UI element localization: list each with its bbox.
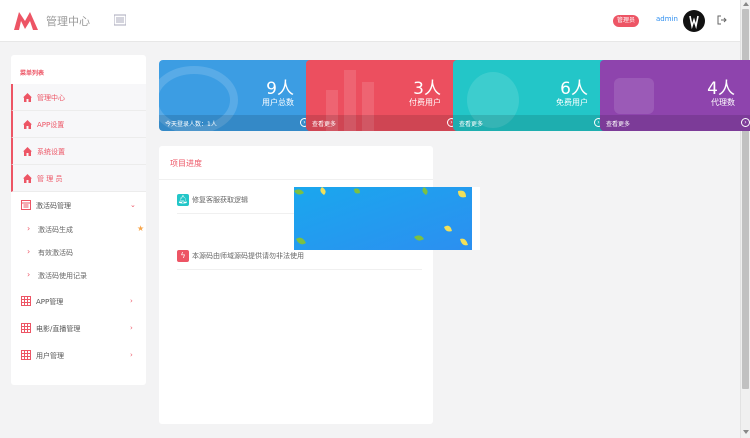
- sidebar-item-label: 管 理 员: [37, 175, 63, 183]
- stat-footer[interactable]: 查看更多 ›: [453, 115, 608, 131]
- stat-label: 付费用户: [409, 98, 441, 107]
- stat-footer[interactable]: 查看更多 ›: [600, 115, 750, 131]
- progress-item-text: 修复客服获取逻辑: [192, 196, 248, 204]
- sidebar-subitem-label: 有效激活码: [38, 249, 73, 257]
- bell-icon: 🔔︎: [177, 194, 189, 206]
- app-title: 管理中心: [46, 15, 90, 28]
- sidebar-heading: 菜单列表: [20, 70, 45, 77]
- sidebar-subitem-label: 激活码生成: [38, 226, 73, 234]
- stat-footer-text: 今天登录人数：1人: [165, 121, 217, 128]
- stat-number: 3人: [413, 79, 441, 99]
- chevron-right-icon: ›: [27, 247, 31, 256]
- avatar[interactable]: [683, 10, 705, 32]
- sidebar-item-label: APP设置: [37, 121, 65, 129]
- stat-number: 6人: [560, 79, 588, 99]
- logout-icon[interactable]: [717, 15, 727, 25]
- brand-logo[interactable]: [14, 11, 38, 30]
- sidebar-group-label: 电影/直播管理: [36, 325, 81, 333]
- sidebar-subitem-valid-codes[interactable]: › 有效激活码: [11, 241, 146, 264]
- sidebar-group-activation-codes[interactable]: 激活码管理 ⌄: [11, 192, 146, 218]
- stat-card-paid-users[interactable]: 3人 付费用户 查看更多 ›: [306, 60, 461, 131]
- avatar-logo-icon: [689, 15, 699, 30]
- sidebar-group-label: 激活码管理: [36, 202, 71, 210]
- home-icon: [23, 93, 32, 102]
- arrow-right-circle-icon: ›: [741, 118, 750, 127]
- sidebar-item-label: 管理中心: [37, 94, 65, 102]
- chevron-right-icon: ›: [27, 270, 31, 279]
- stat-card-agents[interactable]: 4人 代理数 查看更多 ›: [600, 60, 750, 131]
- floating-banner-image[interactable]: [294, 187, 480, 250]
- progress-item-text: 本源码由师域源码提供请勿非法使用: [192, 252, 304, 260]
- stat-label: 代理数: [711, 98, 735, 107]
- sidebar-item-dashboard[interactable]: 管理中心: [11, 84, 146, 111]
- stat-number: 4人: [707, 79, 735, 99]
- stat-footer[interactable]: 今天登录人数：1人 ›: [159, 115, 314, 131]
- progress-item: ϟ 本源码由师域源码提供请勿非法使用: [177, 248, 422, 270]
- menu-toggle-icon[interactable]: [114, 14, 126, 26]
- sidebar-subitem-label: 激活码使用记录: [38, 272, 87, 280]
- stat-label: 用户总数: [262, 98, 294, 107]
- home-icon: [23, 120, 32, 129]
- sidebar-group-user-management[interactable]: 用户管理 ›: [11, 342, 146, 368]
- chevron-right-icon: ›: [27, 224, 31, 233]
- grid-icon: [21, 323, 31, 333]
- sidebar: 菜单列表 管理中心 APP设置 系统设置 管 理 员 激活码管理 ⌄ › 激活码…: [11, 55, 146, 385]
- home-icon: [23, 147, 32, 156]
- star-icon: ★: [137, 224, 145, 233]
- chevron-right-icon: ›: [130, 297, 133, 305]
- scroll-up-arrow-icon[interactable]: [743, 2, 749, 6]
- sidebar-group-movie-live[interactable]: 电影/直播管理 ›: [11, 315, 146, 341]
- sidebar-item-label: 系统设置: [37, 148, 65, 156]
- stat-number: 9人: [266, 79, 294, 99]
- panel-title: 项目进度: [170, 159, 202, 168]
- stat-footer-text: 查看更多: [606, 121, 631, 128]
- banner-picture: [294, 187, 472, 250]
- divider: [159, 179, 433, 180]
- sidebar-item-system-settings[interactable]: 系统设置: [11, 138, 146, 165]
- stat-card-total-users[interactable]: 9人 用户总数 今天登录人数：1人 ›: [159, 60, 314, 131]
- sidebar-group-label: 用户管理: [36, 352, 64, 360]
- stat-footer[interactable]: 查看更多 ›: [306, 115, 461, 131]
- top-header: 管理中心 管理员 admin: [0, 0, 740, 42]
- sidebar-item-admins[interactable]: 管 理 员: [11, 165, 146, 192]
- stat-label: 免费用户: [556, 98, 588, 107]
- grid-icon: [21, 350, 31, 360]
- stat-footer-text: 查看更多: [459, 121, 484, 128]
- sidebar-group-label: APP管理: [36, 298, 64, 306]
- sidebar-group-app-management[interactable]: APP管理 ›: [11, 288, 146, 314]
- stat-footer-text: 查看更多: [312, 121, 337, 128]
- role-badge: 管理员: [613, 15, 640, 27]
- sidebar-item-app-settings[interactable]: APP设置: [11, 111, 146, 138]
- chevron-right-icon: ›: [130, 324, 133, 332]
- chevron-right-icon: ›: [130, 351, 133, 359]
- scroll-down-arrow-icon[interactable]: [743, 430, 749, 434]
- home-icon: [23, 174, 32, 183]
- stat-card-free-users[interactable]: 6人 免费用户 查看更多 ›: [453, 60, 608, 131]
- table-icon: [21, 200, 31, 210]
- bolt-icon: ϟ: [177, 250, 189, 262]
- sidebar-subitem-generate-code[interactable]: › 激活码生成 ★: [11, 218, 146, 241]
- grid-icon: [21, 296, 31, 306]
- chevron-down-icon: ⌄: [130, 201, 136, 209]
- sidebar-subitem-code-usage-log[interactable]: › 激活码使用记录: [11, 264, 146, 287]
- username-link[interactable]: admin: [656, 15, 678, 23]
